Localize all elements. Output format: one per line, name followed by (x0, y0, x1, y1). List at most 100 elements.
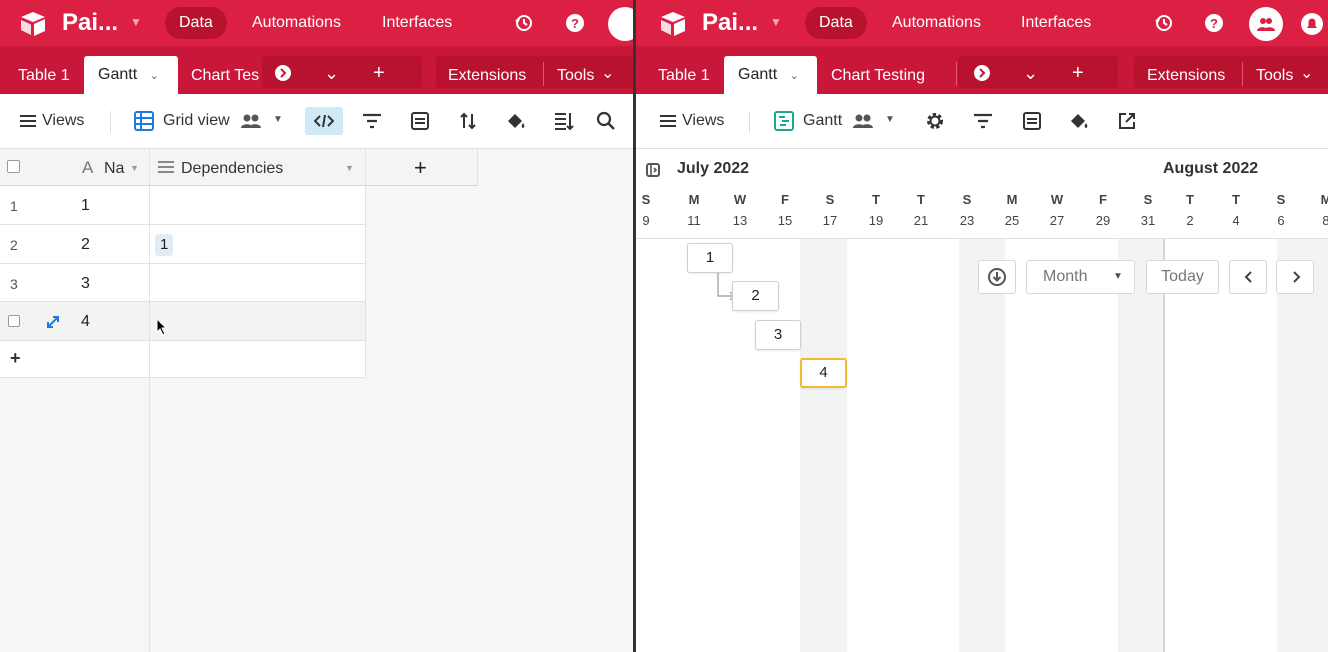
dependencies-cell[interactable] (150, 264, 366, 302)
column-divider (149, 378, 150, 652)
table-row-hovered[interactable]: 4 (0, 302, 150, 341)
filter-icon[interactable] (362, 111, 382, 131)
filter-icon[interactable] (973, 111, 993, 131)
row-height-icon[interactable] (554, 111, 574, 131)
tab-chart-testing[interactable]: Chart Testing (831, 67, 925, 85)
tab-chart-testing[interactable]: Chart Tes (191, 67, 261, 85)
previous-button[interactable] (1229, 260, 1267, 294)
help-icon[interactable]: ? (1204, 13, 1224, 33)
linked-record-chip[interactable]: 1 (155, 234, 174, 256)
weekend-shade (800, 239, 847, 652)
gantt-bar[interactable]: 2 (732, 281, 779, 311)
settings-gear-icon[interactable] (925, 111, 945, 131)
notifications-icon[interactable] (1301, 13, 1323, 35)
gantt-bar[interactable]: 1 (687, 243, 733, 273)
add-table-button[interactable]: + (373, 62, 385, 85)
nav-data[interactable]: Data (805, 7, 867, 39)
row-checkbox[interactable] (8, 315, 20, 327)
chevron-down-icon[interactable]: ▼ (770, 15, 782, 29)
tools-button[interactable]: Tools (1256, 67, 1293, 85)
gantt-bar-selected[interactable]: 4 (800, 358, 847, 388)
chevron-down-icon[interactable]: ⌄ (601, 63, 614, 83)
select-all-checkbox[interactable] (7, 160, 20, 173)
airtable-logo-icon[interactable] (658, 8, 688, 38)
help-icon[interactable]: ? (565, 13, 585, 33)
airtable-logo-icon[interactable] (18, 8, 48, 38)
nav-interfaces[interactable]: Interfaces (1021, 14, 1091, 32)
add-row-spacer[interactable] (150, 341, 366, 378)
share-view-icon[interactable] (1117, 111, 1137, 131)
extensions-button[interactable]: Extensions (1147, 67, 1225, 85)
all-tables-chevron-icon[interactable]: ⌄ (1023, 63, 1038, 84)
today-button[interactable]: Today (1146, 260, 1219, 294)
view-name[interactable]: Grid view (163, 112, 230, 130)
next-button[interactable] (1276, 260, 1314, 294)
tabs-overflow-icon[interactable] (974, 65, 990, 81)
extensions-button[interactable]: Extensions (448, 67, 526, 85)
nav-interfaces[interactable]: Interfaces (382, 14, 452, 32)
base-name[interactable]: Pai... (702, 9, 758, 37)
sort-icon[interactable] (458, 111, 478, 131)
add-table-button[interactable]: + (1072, 62, 1084, 85)
divider (110, 111, 111, 133)
name-cell[interactable]: 1 (81, 197, 90, 215)
table-row[interactable]: 3 3 (0, 264, 150, 302)
add-field-button[interactable]: + (366, 149, 478, 186)
expand-record-icon[interactable] (45, 314, 61, 330)
group-icon[interactable] (410, 111, 430, 131)
share-avatar-icon[interactable] (1249, 7, 1283, 41)
history-icon[interactable] (1154, 13, 1174, 33)
views-button[interactable]: Views (682, 112, 724, 130)
nav-data[interactable]: Data (165, 7, 227, 39)
tab-table-1[interactable]: Table 1 (658, 67, 710, 85)
view-name[interactable]: Gantt (803, 112, 842, 130)
day-number-label: 23 (959, 213, 975, 228)
history-icon[interactable] (514, 13, 534, 33)
time-scale-select[interactable]: Month ▼ (1026, 260, 1135, 294)
color-icon[interactable] (506, 111, 526, 131)
name-cell[interactable]: 2 (81, 236, 90, 254)
gantt-bar[interactable]: 3 (755, 320, 801, 350)
dependencies-column-header[interactable]: Dependencies ▼ (150, 149, 366, 186)
dependencies-cell[interactable] (150, 186, 366, 225)
table-row[interactable]: 1 1 (0, 186, 150, 225)
tab-table-1[interactable]: Table 1 (18, 67, 70, 85)
chevron-down-icon[interactable]: ⌄ (790, 70, 799, 82)
all-tables-chevron-icon[interactable]: ⌄ (324, 63, 339, 84)
caret-down-icon[interactable]: ▼ (885, 114, 895, 125)
group-icon[interactable] (1022, 111, 1042, 131)
search-icon[interactable] (596, 111, 616, 131)
table-row[interactable]: 2 2 (0, 225, 150, 264)
download-button[interactable] (978, 260, 1016, 294)
chevron-down-icon[interactable]: ⌄ (150, 70, 159, 82)
tab-gantt[interactable]: Gantt ⌄ (84, 56, 178, 94)
caret-down-icon[interactable]: ▼ (345, 163, 354, 173)
menu-icon[interactable] (660, 113, 676, 129)
nav-automations[interactable]: Automations (252, 14, 341, 32)
add-row-button[interactable]: + (0, 341, 150, 378)
collapse-sidebar-icon[interactable] (646, 163, 660, 177)
tab-gantt[interactable]: Gantt ⌄ (724, 56, 817, 94)
views-button[interactable]: Views (42, 112, 84, 130)
day-of-week-label: S (1143, 192, 1153, 207)
share-avatar-icon[interactable] (608, 7, 634, 41)
name-cell[interactable]: 3 (81, 275, 90, 293)
caret-down-icon[interactable]: ▼ (130, 163, 139, 173)
day-number-label: 21 (913, 213, 929, 228)
color-icon[interactable] (1069, 111, 1089, 131)
base-name[interactable]: Pai... (62, 9, 118, 37)
embed-button[interactable] (305, 107, 343, 135)
primary-column-header[interactable]: A Na ▼ (0, 149, 150, 186)
dependencies-cell[interactable]: 1 (150, 225, 366, 264)
menu-icon[interactable] (20, 113, 36, 129)
tools-button[interactable]: Tools (557, 67, 594, 85)
chevron-down-icon[interactable]: ⌄ (1300, 63, 1313, 83)
name-cell[interactable]: 4 (81, 313, 90, 331)
pane-divider (633, 0, 636, 652)
chevron-down-icon[interactable]: ▼ (130, 15, 142, 29)
tabs-overflow-icon[interactable] (275, 65, 291, 81)
nav-automations[interactable]: Automations (892, 14, 981, 32)
grid: A Na ▼ Dependencies ▼ + 1 1 2 2 1 3 3 4 … (0, 149, 634, 652)
dependencies-cell[interactable] (150, 302, 366, 341)
caret-down-icon[interactable]: ▼ (273, 114, 283, 125)
